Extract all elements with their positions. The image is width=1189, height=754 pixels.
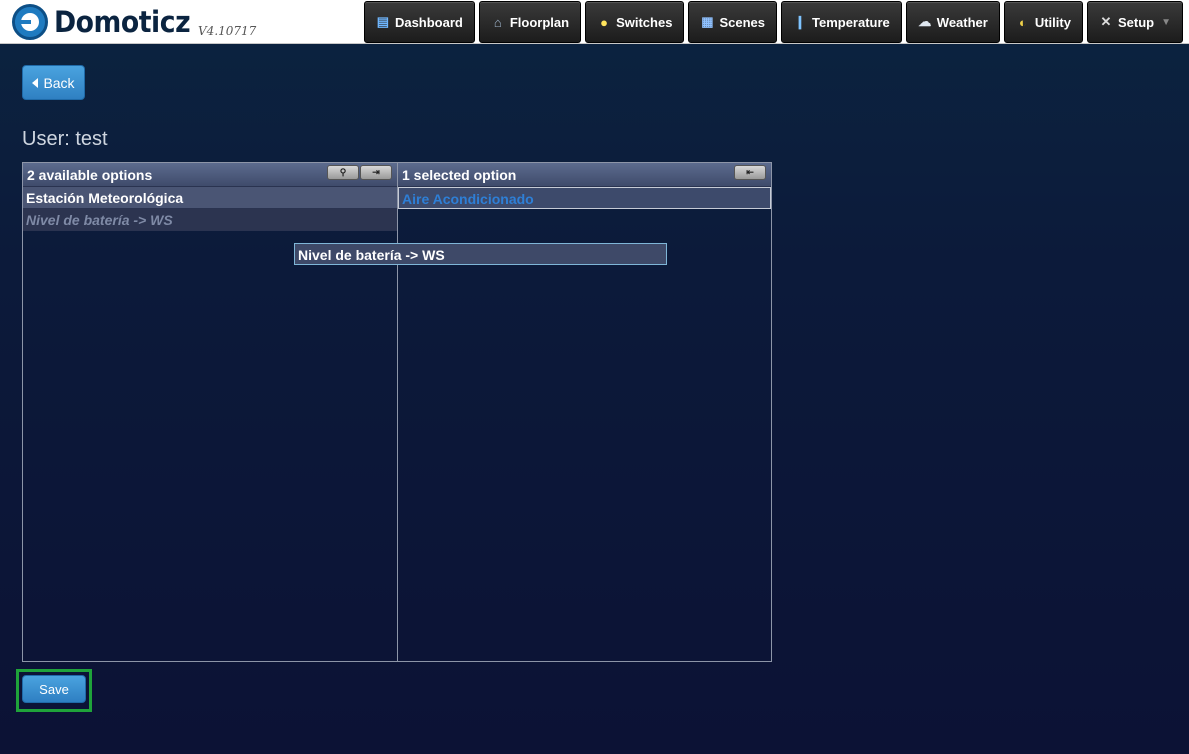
available-header: 2 available options ⚲ ⇥ [23,163,397,187]
back-button[interactable]: Back [22,65,85,100]
nav-label: Scenes [719,14,765,30]
search-icon: ⚲ [339,167,347,177]
back-label: Back [43,74,75,91]
nav-label: Temperature [811,14,890,30]
list-item-placeholder: Nivel de batería -> WS [23,209,397,231]
back-arrow-icon [32,77,39,88]
nav-utility[interactable]: ◐ Utility [1003,1,1083,43]
lightbulb-icon: ● [600,14,608,30]
nav-dashboard[interactable]: ▤ Dashboard [363,1,475,43]
nav-label: Dashboard [394,14,463,30]
selected-list[interactable]: 1 selected option ⇤ Aire Acondicionado [397,162,772,662]
nav-switches[interactable]: ● Switches [585,1,685,43]
list-item[interactable]: Aire Acondicionado [398,187,771,209]
thermometer-icon: ❙ [794,14,806,29]
nav-setup[interactable]: ✕ Setup ▼ [1086,1,1183,43]
nav-scenes[interactable]: ▦ Scenes [688,1,777,43]
clapperboard-icon: ▦ [701,14,714,29]
available-list[interactable]: 2 available options ⚲ ⇥ Estación Meteoro… [22,162,397,662]
nav-temperature[interactable]: ❙ Temperature [780,1,902,43]
nav-label: Weather [936,14,988,30]
dashboard-icon: ▤ [376,14,390,29]
dragging-item[interactable]: Nivel de batería -> WS [294,243,667,265]
page-title: User: test [22,128,108,150]
nav-label: Utility [1034,14,1071,30]
arrow-left-bar-icon: ⇤ [746,167,754,177]
app-name: Domoticz [54,5,191,39]
available-count: 2 available options [27,167,153,183]
device-multiselect: 2 available options ⚲ ⇥ Estación Meteoro… [22,162,772,662]
save-label: Save [39,681,69,697]
selected-count: 1 selected option [402,167,517,183]
nav-label: Floorplan [509,14,570,30]
nav-floorplan[interactable]: ⌂ Floorplan [478,1,582,43]
app-version: V4.10717 [198,24,257,38]
house-icon: ⌂ [493,14,502,30]
chevron-down-icon: ▼ [1161,16,1171,28]
search-button[interactable]: ⚲ [327,165,359,180]
nav-label: Switches [616,14,673,30]
selected-header: 1 selected option ⇤ [398,163,771,187]
save-button[interactable]: Save [22,675,86,703]
cloud-icon: ☁ [918,14,932,29]
top-bar: Domoticz V4.10717 ▤ Dashboard ⌂ Floorpla… [0,0,1189,44]
arrow-right-bar-icon: ⇥ [372,167,380,177]
remove-all-button[interactable]: ⇤ [734,165,766,180]
utility-icon: ◐ [1018,14,1027,30]
add-all-button[interactable]: ⇥ [360,165,392,180]
main-nav: ▤ Dashboard ⌂ Floorplan ● Switches ▦ Sce… [363,1,1183,43]
logo[interactable]: Domoticz V4.10717 [12,4,256,40]
list-item[interactable]: Estación Meteorológica [23,187,397,209]
tools-icon: ✕ [1100,14,1112,29]
nav-weather[interactable]: ☁ Weather [905,1,1000,43]
nav-label: Setup [1117,14,1155,30]
domoticz-logo-icon [12,4,48,40]
